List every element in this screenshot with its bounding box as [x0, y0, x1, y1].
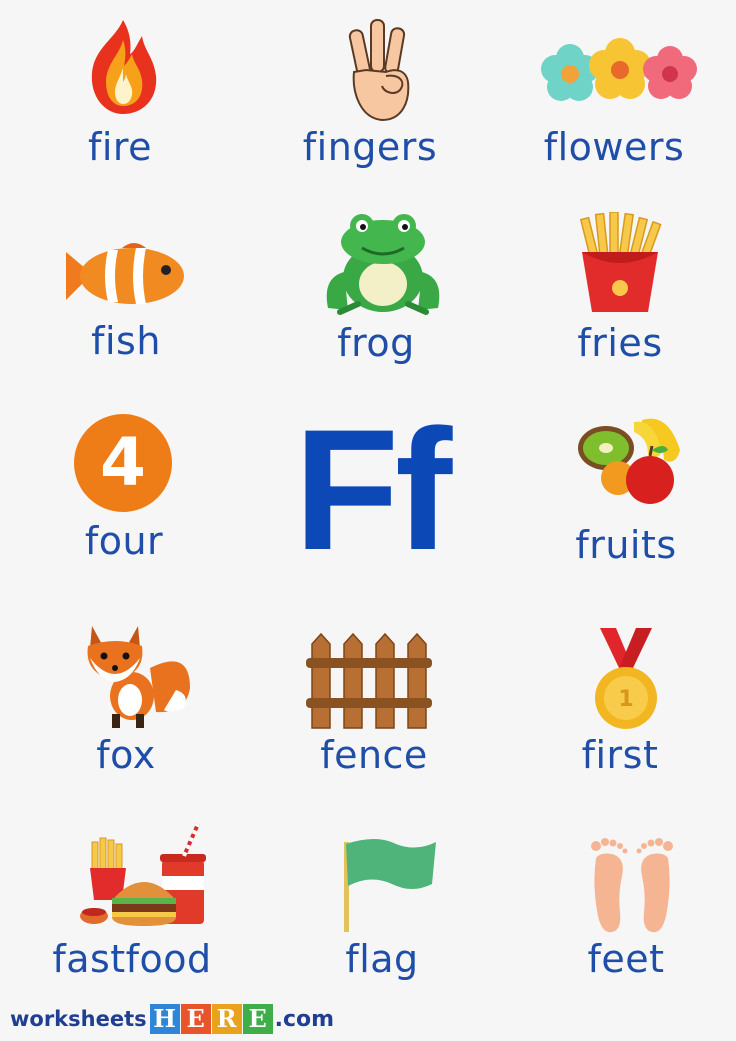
fruits-icon: [578, 418, 680, 504]
word-frog: frog: [337, 321, 415, 365]
fence-icon: [306, 632, 432, 729]
frog-icon: [326, 214, 440, 315]
word-fence: fence: [320, 733, 428, 777]
footer-prefix: worksheets: [10, 1007, 147, 1031]
brand-letter-h: H: [149, 1004, 180, 1034]
word-fruits: fruits: [575, 523, 677, 567]
fire-icon: [91, 20, 157, 114]
brand-letter-r: R: [211, 1004, 242, 1034]
fingers-icon: [348, 19, 410, 122]
word-fries: fries: [577, 321, 663, 365]
four-numeral: 4: [100, 424, 146, 501]
site-footer: worksheets H E R E .com: [10, 1004, 334, 1034]
footer-suffix: .com: [274, 1006, 335, 1032]
medal-number: 1: [618, 687, 633, 712]
word-fastfood: fastfood: [52, 937, 212, 981]
word-fish: fish: [91, 319, 161, 363]
brand-letter-e1: E: [180, 1004, 211, 1034]
fox-icon: [87, 626, 190, 728]
flowers-icon: [541, 38, 697, 101]
feet-icon: [591, 838, 673, 933]
fastfood-icon: [80, 823, 206, 926]
word-fox: fox: [96, 733, 156, 777]
brand-letter-e2: E: [242, 1004, 273, 1034]
big-letter: Ff: [294, 394, 452, 586]
four-circle-icon: 4: [74, 414, 172, 512]
word-fingers: fingers: [302, 125, 438, 169]
word-flag: flag: [345, 937, 419, 981]
word-feet: feet: [587, 937, 665, 981]
fries-icon: [579, 212, 662, 312]
flag-icon: [344, 839, 436, 932]
word-four: four: [84, 519, 164, 563]
word-flowers: flowers: [543, 125, 685, 169]
fish-icon: [66, 243, 184, 304]
word-fire: fire: [87, 125, 153, 169]
medal-icon: 1: [595, 628, 657, 729]
word-first: first: [581, 733, 659, 777]
